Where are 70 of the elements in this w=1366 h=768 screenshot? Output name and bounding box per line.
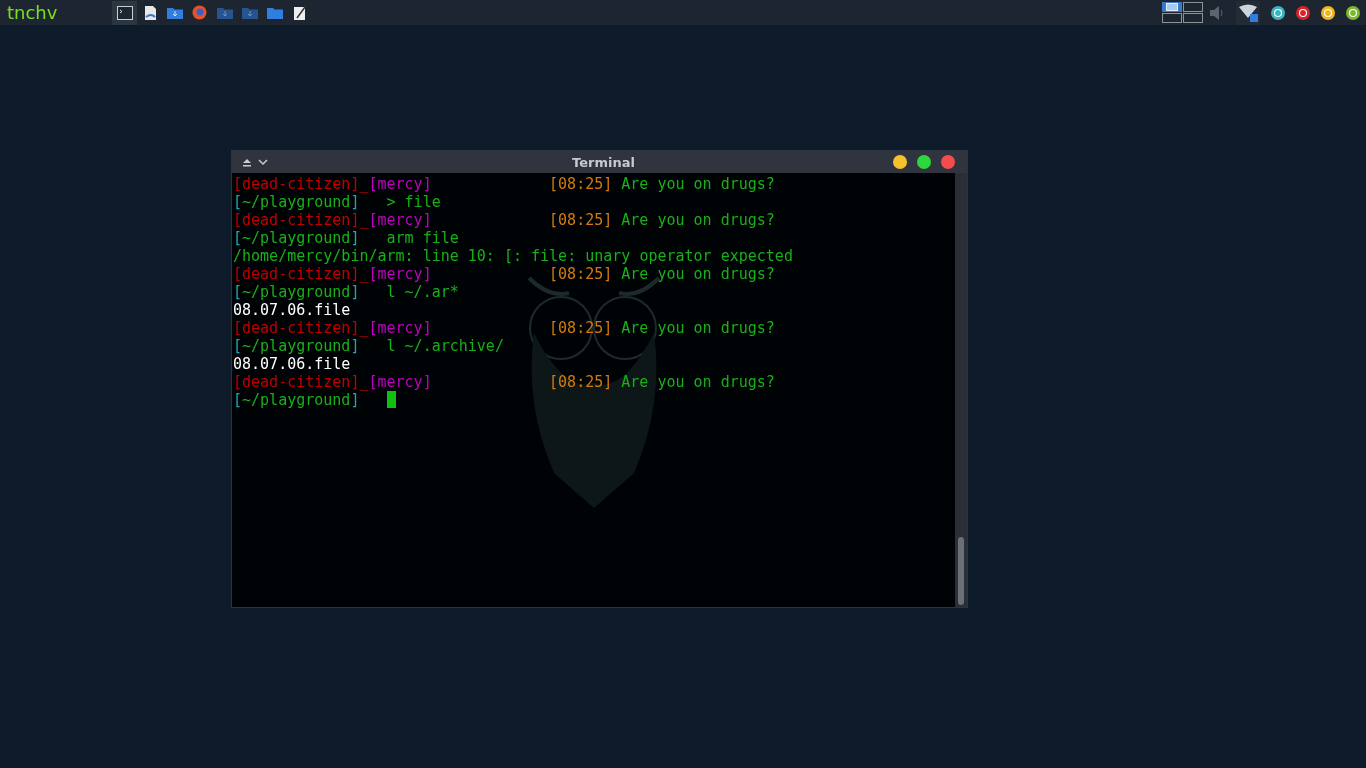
prompt-text: [mercy] — [368, 211, 432, 229]
path-text: [ — [233, 391, 243, 409]
window-title: Terminal — [571, 154, 636, 170]
close-button[interactable] — [941, 155, 955, 169]
path-text: ] — [350, 337, 360, 355]
workspace-button[interactable] — [1183, 13, 1203, 23]
prompt-text: [08:25] — [549, 175, 613, 193]
folder-download-icon — [166, 6, 183, 19]
prompt-text: Are you on drugs? — [621, 211, 775, 229]
prompt-text: Are you on drugs? — [621, 373, 775, 391]
prompt-text: [dead-citizen]_ — [233, 319, 369, 337]
eject-icon[interactable] — [242, 157, 252, 167]
command-text: > file — [386, 193, 441, 211]
prompt-text: Are you on drugs? — [621, 319, 775, 337]
prompt-text: [dead-citizen]_ — [233, 265, 369, 283]
browser-icon — [192, 5, 207, 20]
path-text: ~/playground — [242, 229, 351, 247]
error-text: /home/mercy/bin/arm: line 10: [: file: unary operator expected — [233, 247, 793, 265]
path-text: ] — [350, 229, 360, 247]
folder-icon — [266, 6, 283, 19]
command-text: l ~/.archive/ — [386, 337, 504, 355]
scrollbar-thumb[interactable] — [958, 537, 964, 605]
path-text: ~/playground — [242, 193, 351, 211]
volume-icon[interactable] — [1209, 4, 1225, 21]
path-text: ] — [350, 193, 360, 211]
prompt-text: [08:25] — [549, 265, 613, 283]
logo-text[interactable]: tnchv — [0, 0, 112, 25]
wifi-icon[interactable] — [1238, 3, 1258, 22]
prompt-text: [mercy] — [368, 319, 432, 337]
prompt-text: Are you on drugs? — [621, 265, 775, 283]
prompt-text: [mercy] — [368, 175, 432, 193]
folder-download-icon — [216, 6, 233, 19]
prompt-text: [mercy] — [368, 265, 432, 283]
terminal-icon — [116, 5, 133, 20]
status-icon[interactable] — [1296, 5, 1310, 20]
workspace-button[interactable] — [1162, 13, 1182, 23]
workspace-button[interactable] — [1162, 2, 1182, 12]
maximize-button[interactable] — [917, 155, 931, 169]
prompt-text: [08:25] — [549, 373, 613, 391]
prompt-text: [dead-citizen]_ — [233, 373, 369, 391]
path-text: ] — [350, 391, 360, 409]
chevron-down-icon[interactable] — [258, 158, 268, 166]
path-text: [ — [233, 337, 243, 355]
status-icon[interactable] — [1346, 5, 1360, 20]
path-text: [ — [233, 229, 243, 247]
prompt-text: [08:25] — [549, 319, 613, 337]
notepad-icon — [292, 4, 307, 21]
prompt-text: [mercy] — [368, 373, 432, 391]
prompt-text: [dead-citizen]_ — [233, 175, 369, 193]
command-text: arm file — [386, 229, 459, 247]
folder-download-icon — [241, 6, 258, 19]
output-text: 08.07.06.file — [233, 301, 351, 319]
workspace-button[interactable] — [1183, 2, 1203, 12]
path-text: ] — [350, 283, 360, 301]
path-text: ~/playground — [242, 391, 351, 409]
path-text: ~/playground — [242, 283, 351, 301]
scrollbar[interactable] — [955, 173, 967, 607]
path-text: ~/playground — [242, 337, 351, 355]
document-icon — [142, 4, 157, 21]
output-text: 08.07.06.file — [233, 355, 351, 373]
status-icon[interactable] — [1321, 5, 1335, 20]
minimize-button[interactable] — [893, 155, 907, 169]
path-text: [ — [233, 283, 243, 301]
path-text: [ — [233, 193, 243, 211]
taskbar-app-button[interactable] — [112, 0, 137, 25]
prompt-text: [08:25] — [549, 211, 613, 229]
command-text: l ~/.ar* — [386, 283, 459, 301]
prompt-text: [dead-citizen]_ — [233, 211, 369, 229]
prompt-text: Are you on drugs? — [621, 175, 775, 193]
status-icon[interactable] — [1271, 5, 1285, 20]
